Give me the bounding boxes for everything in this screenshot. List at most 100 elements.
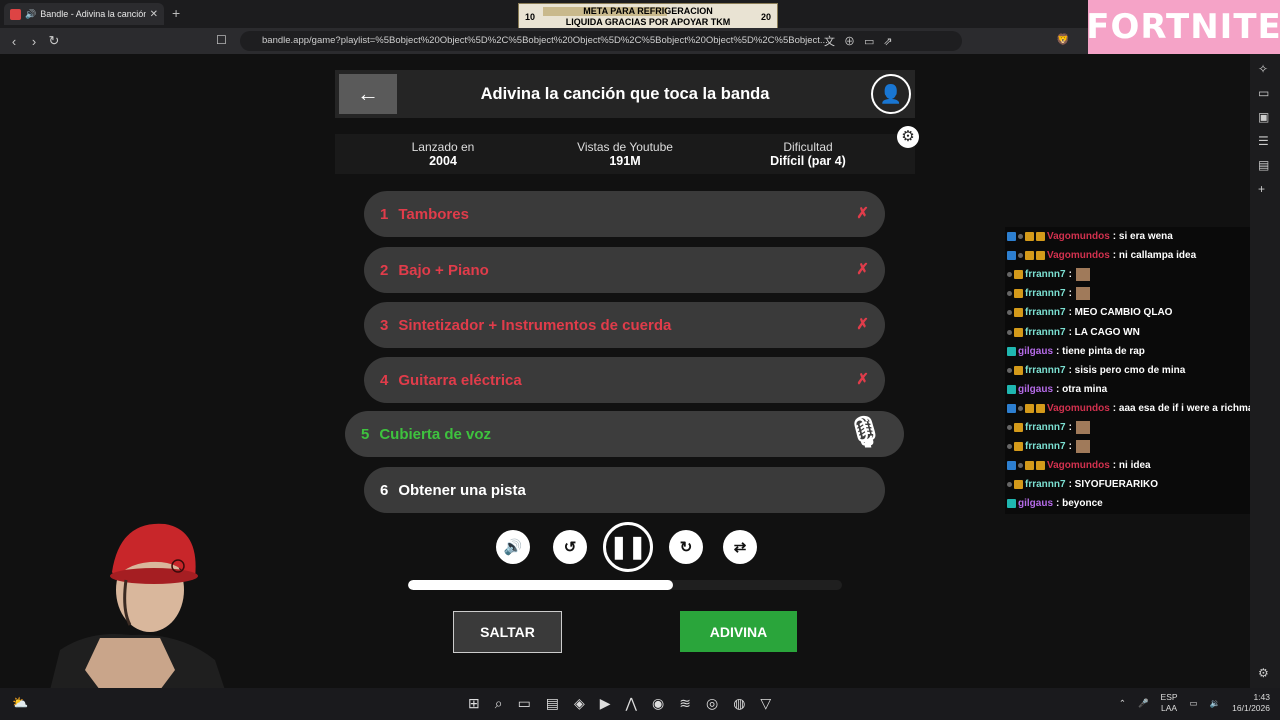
chat-username[interactable]: frrannn7 [1025,441,1066,452]
stat-label: Lanzado en [411,140,475,154]
stat-views: Vistas de Youtube 191M [535,140,715,168]
sidebar-reading-list-icon[interactable]: ▤ [1258,158,1269,172]
chat-text: : tiene pinta de rap [1056,345,1145,357]
sidebar-add-icon[interactable]: + [1258,182,1265,196]
chat-message: frrannn7: [1005,284,1250,303]
playback-progress-bar[interactable] [408,580,842,590]
chat-badge-icon [1014,480,1023,490]
goal-line-2: LIQUIDA GRACIAS POR APOYAR TKM [565,17,731,27]
hint-label: Bajo + Piano [398,261,489,279]
weather-icon[interactable]: ⛅ [12,695,28,711]
tray-chevron-icon[interactable]: ⌃ [1119,698,1126,709]
chat-text: : MEO CAMBIO QLAO [1068,307,1173,319]
stat-label: Dificultad [783,140,833,154]
taskbar-apps[interactable]: ⊞⌕▭▤◈▶⋀◉≋◎◍▽ [468,695,786,712]
chat-username[interactable]: frrannn7 [1025,327,1066,338]
chat-text: : SIYOFUERARIKO [1068,479,1159,491]
game-header: ← Adivina la canción que toca la banda 👤 [335,70,915,118]
chat-username[interactable]: Vagomundos [1047,250,1110,261]
chat-badge-icon [1018,405,1023,411]
forward-nav-icon[interactable]: › [24,34,44,49]
chat-badge-icon [1014,365,1023,375]
clock[interactable]: 1:43 16/1/2026 [1232,692,1270,714]
chat-badge-icon [1025,251,1034,261]
chat-message: Vagomundos: aaa esa de if i were a richm… [1005,399,1250,418]
chat-username[interactable]: gilgaus [1018,498,1053,509]
shuffle-button[interactable]: ⇄ [723,530,757,564]
chat-username[interactable]: gilgaus [1018,346,1053,357]
chat-badge-icon [1007,384,1016,394]
chat-text: : [1068,421,1072,433]
forward-icon: ↻ [679,539,693,556]
hint-row-2: 2 Bajo + Piano ✗ [364,247,885,293]
skip-button[interactable]: SALTAR [453,611,562,653]
chat-badge-icon [1007,499,1016,509]
chat-username[interactable]: frrannn7 [1025,288,1066,299]
network-icon[interactable]: ▭ [1190,698,1198,709]
speaker-icon[interactable]: 🔊 [25,9,36,20]
chat-username[interactable]: gilgaus [1018,384,1053,395]
chat-username[interactable]: Vagomundos [1047,403,1110,414]
gear-icon[interactable]: ⚙ [897,126,919,148]
back-nav-icon[interactable]: ‹ [4,34,24,49]
stat-label: Vistas de Youtube [577,140,673,154]
playback-progress-fill [408,580,673,590]
wrong-mark-icon: ✗ [856,371,869,388]
tray-mic-icon[interactable]: 🎤 [1138,698,1149,709]
chat-text: : [1068,441,1072,453]
profile-button[interactable]: 👤 [871,74,911,114]
fortnite-banner: FORTNITE [1086,0,1280,54]
bookmark-icon[interactable]: ☐ [216,33,227,47]
chat-message: gilgaus: otra mina [1005,380,1250,399]
language-indicator[interactable]: ESP LAA [1161,692,1178,714]
chat-text: : si era wena [1112,231,1173,243]
chat-username[interactable]: frrannn7 [1025,422,1066,433]
hint-label: Sintetizador + Instrumentos de cuerda [398,316,672,334]
chat-message: frrannn7: [1005,418,1250,437]
chat-badge-icon [1007,461,1016,471]
close-tab-icon[interactable]: ✕ [150,9,158,20]
hint-row-5-active[interactable]: 5 Cubierta de voz 🎙 [345,411,904,457]
new-tab-icon[interactable]: + [172,5,180,21]
hint-label: Cubierta de voz [379,425,492,443]
get-hint-button[interactable]: 6 Obtener una pista [364,467,885,513]
chat-username[interactable]: Vagomundos [1047,460,1110,471]
sidebar-bookmarks-icon[interactable]: ☰ [1258,134,1269,148]
volume-button[interactable]: 🔊 [496,530,530,564]
guess-button[interactable]: ADIVINA [680,611,797,652]
chat-badge-icon [1007,444,1012,450]
chat-message: frrannn7: SIYOFUERARIKO [1005,475,1250,494]
reload-icon[interactable]: ↻ [44,33,64,49]
song-stats: Lanzado en 2004 Vistas de Youtube 191M D… [335,134,915,174]
browser-tab[interactable]: 🔊 Bandle - Adivina la canción, u ✕ [4,3,164,25]
microphone-icon: 🎙 [845,416,884,449]
pause-button[interactable]: ❚❚ [603,522,653,572]
url-action-icons[interactable]: 文⊕▭⇗ [824,33,902,49]
forward-5-button[interactable]: ↻ [669,530,703,564]
hint-row-4: 4 Guitarra eléctrica ✗ [364,357,885,403]
chat-username[interactable]: frrannn7 [1025,269,1066,280]
chat-emote-icon [1075,287,1090,301]
chat-badge-icon [1018,234,1023,240]
chat-username[interactable]: frrannn7 [1025,479,1066,490]
chat-username[interactable]: frrannn7 [1025,307,1066,318]
rewind-5-button[interactable]: ↺ [553,530,587,564]
chat-message: frrannn7: [1005,437,1250,456]
donation-goal-overlay: 10 20 META PARA REFRIGERACION LIQUIDA GR… [518,3,778,29]
chat-text: : [1068,269,1072,281]
lang-bottom: LAA [1161,703,1178,713]
sidebar-ai-icon[interactable]: ✧ [1258,62,1268,76]
sidebar-settings-icon[interactable]: ⚙ [1258,666,1269,680]
extension-icons[interactable]: 🦁 [1056,33,1070,46]
clock-date: 16/1/2026 [1232,703,1270,713]
chat-emote-icon [1075,440,1090,454]
sidebar-wallet-icon[interactable]: ▣ [1258,110,1269,124]
sidebar-reading-icon[interactable]: ▭ [1258,86,1269,100]
volume-tray-icon[interactable]: 🔉 [1210,698,1221,709]
chat-badge-icon [1036,403,1045,413]
hint-number: 4 [380,371,389,389]
hint-label: Tambores [398,205,469,223]
chat-username[interactable]: frrannn7 [1025,365,1066,376]
chat-username[interactable]: Vagomundos [1047,231,1110,242]
chat-message: frrannn7: sisis pero cmo de mina [1005,361,1250,380]
